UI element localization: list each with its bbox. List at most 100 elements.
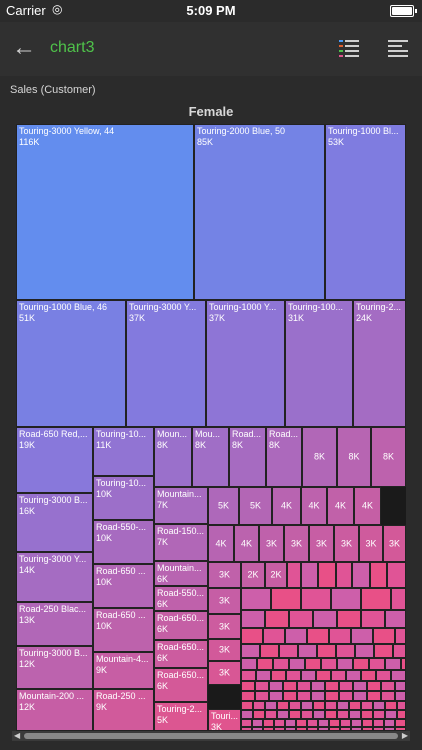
treemap-cell-minor[interactable] — [351, 719, 362, 727]
treemap-cell-minor[interactable] — [387, 562, 406, 588]
treemap-cell-minor[interactable] — [265, 610, 289, 628]
treemap-cell[interactable]: Road-650 Red,... 19K — [16, 427, 93, 493]
treemap-cell[interactable]: 3K — [334, 525, 359, 562]
treemap-cell-minor[interactable] — [301, 588, 331, 610]
treemap-cell[interactable]: Mountain-200 ... 12K — [16, 689, 93, 731]
treemap-cell-minor[interactable] — [337, 610, 361, 628]
treemap-cell-minor[interactable] — [260, 644, 279, 658]
treemap-cell-minor[interactable] — [325, 710, 337, 719]
treemap-cell[interactable]: Road-250 Blac... 13K — [16, 602, 93, 646]
treemap-cell-minor[interactable] — [370, 562, 387, 588]
treemap-cell-minor[interactable] — [289, 658, 305, 670]
treemap-cell-minor[interactable] — [339, 691, 353, 701]
treemap-cell-minor[interactable] — [391, 670, 406, 681]
treemap-cell-minor[interactable] — [265, 710, 277, 719]
treemap-cell-minor[interactable] — [241, 644, 260, 658]
treemap-cell-minor[interactable] — [256, 670, 271, 681]
treemap-cell-minor[interactable] — [337, 658, 353, 670]
treemap-cell-minor[interactable] — [376, 670, 391, 681]
treemap-cell-minor[interactable] — [337, 701, 349, 710]
treemap-cell[interactable]: 8K — [337, 427, 371, 487]
treemap-cell[interactable]: 3K — [284, 525, 309, 562]
treemap-cell-minor[interactable] — [353, 691, 367, 701]
treemap-cell[interactable]: 5K — [239, 487, 272, 525]
treemap-cell-minor[interactable] — [336, 562, 352, 588]
treemap-cell[interactable]: Road-150... 7K — [154, 524, 208, 561]
treemap-cell[interactable]: Road-650... 6K — [154, 640, 208, 668]
treemap-chart[interactable]: Touring-3000 Yellow, 44 116K Touring-2000 … — [16, 124, 406, 731]
treemap-cell[interactable]: Touring-1000 Y... 37K — [206, 300, 285, 427]
treemap-cell[interactable]: Touring-3000 B... 12K — [16, 646, 93, 689]
treemap-cell-minor[interactable] — [313, 701, 325, 710]
treemap-cell[interactable]: Touring-3000 B... 16K — [16, 493, 93, 552]
treemap-cell-minor[interactable] — [374, 644, 393, 658]
treemap-cell[interactable]: Touring-100... 31K — [285, 300, 353, 427]
treemap-cell[interactable]: 3K — [208, 588, 241, 614]
treemap-cell-minor[interactable] — [351, 628, 373, 644]
treemap-cell[interactable]: Mountain-4... 9K — [93, 652, 154, 689]
treemap-cell-minor[interactable] — [287, 562, 301, 588]
treemap-cell-minor[interactable] — [373, 719, 384, 727]
treemap-cell-minor[interactable] — [255, 681, 269, 691]
treemap-cell-minor[interactable] — [283, 691, 297, 701]
treemap-cell-minor[interactable] — [395, 628, 406, 644]
treemap-cell[interactable]: Road-650... 6K — [154, 611, 208, 640]
treemap-cell-minor[interactable] — [369, 658, 385, 670]
settings-menu-icon[interactable] — [388, 40, 408, 58]
treemap-cell[interactable]: Touring-2000 Blue, 50 85K — [194, 124, 325, 300]
treemap-cell[interactable]: 4K — [354, 487, 381, 525]
treemap-cell-minor[interactable] — [311, 691, 325, 701]
treemap-cell-minor[interactable] — [361, 588, 391, 610]
treemap-cell-minor[interactable] — [385, 658, 401, 670]
treemap-cell[interactable]: Touring-2... 5K — [154, 702, 208, 731]
treemap-cell-minor[interactable] — [397, 701, 406, 710]
treemap-cell-minor[interactable] — [271, 588, 301, 610]
treemap-cell[interactable]: 3K — [208, 661, 241, 685]
treemap-cell-minor[interactable] — [367, 681, 381, 691]
treemap-cell-minor[interactable] — [305, 658, 321, 670]
treemap-cell[interactable]: Touring-10... 11K — [93, 427, 154, 476]
treemap-cell-minor[interactable] — [381, 681, 395, 691]
treemap-cell-minor[interactable] — [349, 710, 361, 719]
treemap-cell[interactable]: 2K — [265, 562, 287, 588]
treemap-cell-minor[interactable] — [331, 588, 361, 610]
treemap-cell-minor[interactable] — [241, 610, 265, 628]
treemap-cell-minor[interactable] — [297, 681, 311, 691]
treemap-cell-minor[interactable] — [329, 719, 340, 727]
treemap-cell-minor[interactable] — [367, 691, 381, 701]
back-arrow-icon[interactable]: ← — [12, 34, 36, 62]
treemap-cell[interactable]: Mou... 8K — [192, 427, 229, 487]
treemap-cell[interactable]: 3K — [309, 525, 334, 562]
treemap-cell-minor[interactable] — [340, 719, 351, 727]
treemap-cell[interactable]: Touring-3000 Y... 14K — [16, 552, 93, 602]
treemap-cell-minor[interactable] — [346, 670, 361, 681]
treemap-cell-minor[interactable] — [273, 658, 289, 670]
treemap-cell[interactable]: Moun... 8K — [154, 427, 192, 487]
treemap-cell-minor[interactable] — [361, 670, 376, 681]
treemap-cell-minor[interactable] — [252, 719, 263, 727]
treemap-cell[interactable]: Touring-1000 Bl... 53K — [325, 124, 406, 300]
treemap-cell-minor[interactable] — [241, 670, 256, 681]
treemap-cell-minor[interactable] — [329, 628, 351, 644]
treemap-cell[interactable]: 3K — [208, 639, 241, 661]
treemap-cell[interactable]: 8K — [302, 427, 337, 487]
treemap-cell-minor[interactable] — [362, 719, 373, 727]
treemap-cell-minor[interactable] — [241, 719, 252, 727]
treemap-cell-minor[interactable] — [289, 701, 301, 710]
treemap-cell[interactable]: Road-550... 6K — [154, 586, 208, 611]
treemap-cell[interactable]: Touring-2... 24K — [353, 300, 406, 427]
treemap-cell[interactable]: 2K — [241, 562, 265, 588]
treemap-cell-minor[interactable] — [301, 710, 313, 719]
treemap-cell[interactable]: 3K — [259, 525, 284, 562]
treemap-cell[interactable]: 5K — [208, 487, 239, 525]
treemap-cell-minor[interactable] — [296, 719, 307, 727]
treemap-cell-minor[interactable] — [353, 681, 367, 691]
treemap-cell-minor[interactable] — [325, 691, 339, 701]
treemap-cell-minor[interactable] — [263, 719, 274, 727]
treemap-cell-minor[interactable] — [301, 701, 313, 710]
treemap-cell-minor[interactable] — [395, 719, 406, 727]
treemap-cell-minor[interactable] — [285, 628, 307, 644]
treemap-cell-minor[interactable] — [253, 710, 265, 719]
treemap-cell-minor[interactable] — [241, 710, 253, 719]
treemap-cell-minor[interactable] — [255, 691, 269, 701]
